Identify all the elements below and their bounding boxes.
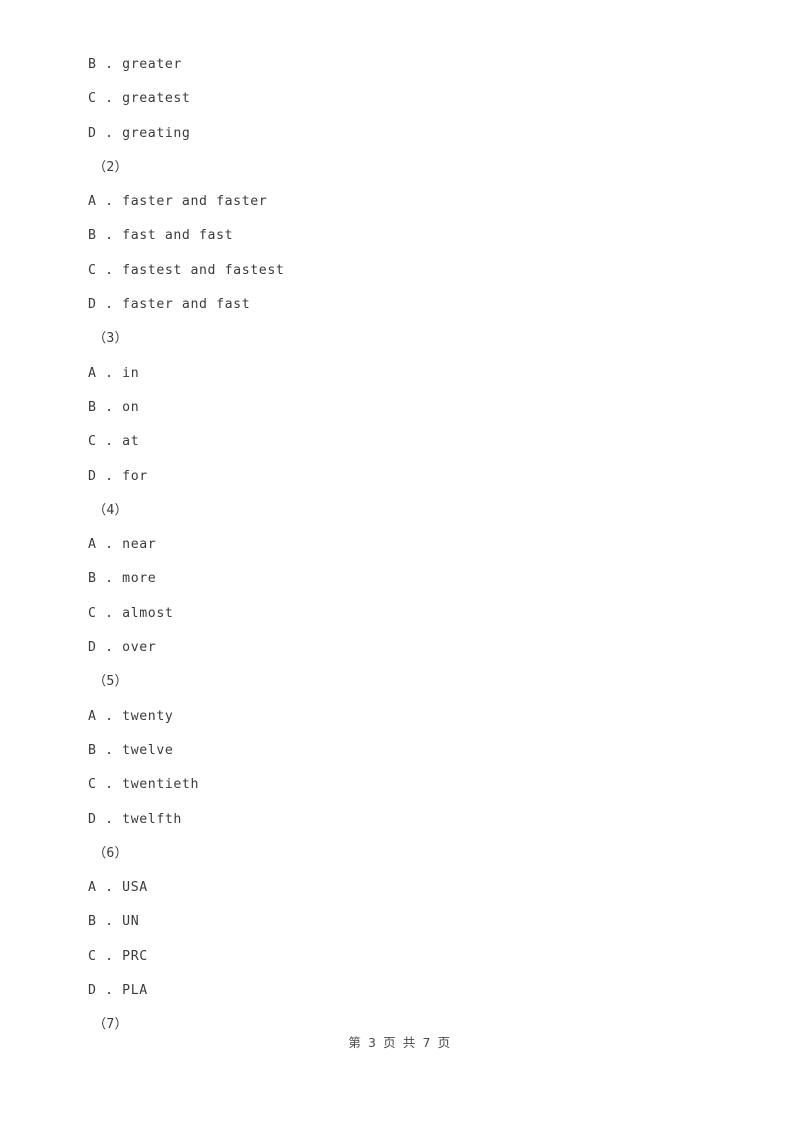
answer-option-line: C . almost <box>88 605 174 621</box>
answer-option-line: A . near <box>88 537 157 553</box>
answer-option-line: B . greater <box>88 57 182 72</box>
answer-option-line: A . USA <box>88 880 148 896</box>
answer-option-line: C . at <box>88 434 140 450</box>
question-number-marker: （2） <box>93 159 128 175</box>
question-number-marker: （3） <box>93 331 128 347</box>
answer-option-line: C . twentieth <box>88 777 200 793</box>
document-page: B . greater C . greatest D . greating （2） A … <box>0 0 800 1132</box>
question-options-list: B . greater C . greatest D . greating （2） A … <box>88 48 728 1043</box>
answer-option-line: D . greating <box>88 125 191 141</box>
answer-option-line: B . on <box>88 399 140 415</box>
page-footer: 第 3 页 共 7 页 <box>348 1035 452 1050</box>
answer-option-line: B . twelve <box>88 742 174 758</box>
question-number-marker: （4） <box>93 502 128 518</box>
answer-option-line: D . twelfth <box>88 811 182 827</box>
answer-option-line: D . for <box>88 468 148 484</box>
question-number-marker: （6） <box>93 845 128 861</box>
answer-option-line: A . twenty <box>88 708 174 724</box>
answer-option-line: B . fast and fast <box>88 228 234 244</box>
answer-option-line: D . faster and fast <box>88 297 251 313</box>
answer-option-line: B . more <box>88 571 157 587</box>
question-number-marker: （5） <box>93 674 128 690</box>
answer-option-line: A . in <box>88 365 140 381</box>
answer-option-line: B . UN <box>88 914 140 930</box>
answer-option-line: C . greatest <box>88 91 191 107</box>
answer-option-line: C . fastest and fastest <box>88 262 285 278</box>
answer-option-line: D . over <box>88 640 157 656</box>
answer-option-line: C . PRC <box>88 948 148 964</box>
answer-option-line: A . faster and faster <box>88 194 268 210</box>
answer-option-line: D . PLA <box>88 983 148 999</box>
